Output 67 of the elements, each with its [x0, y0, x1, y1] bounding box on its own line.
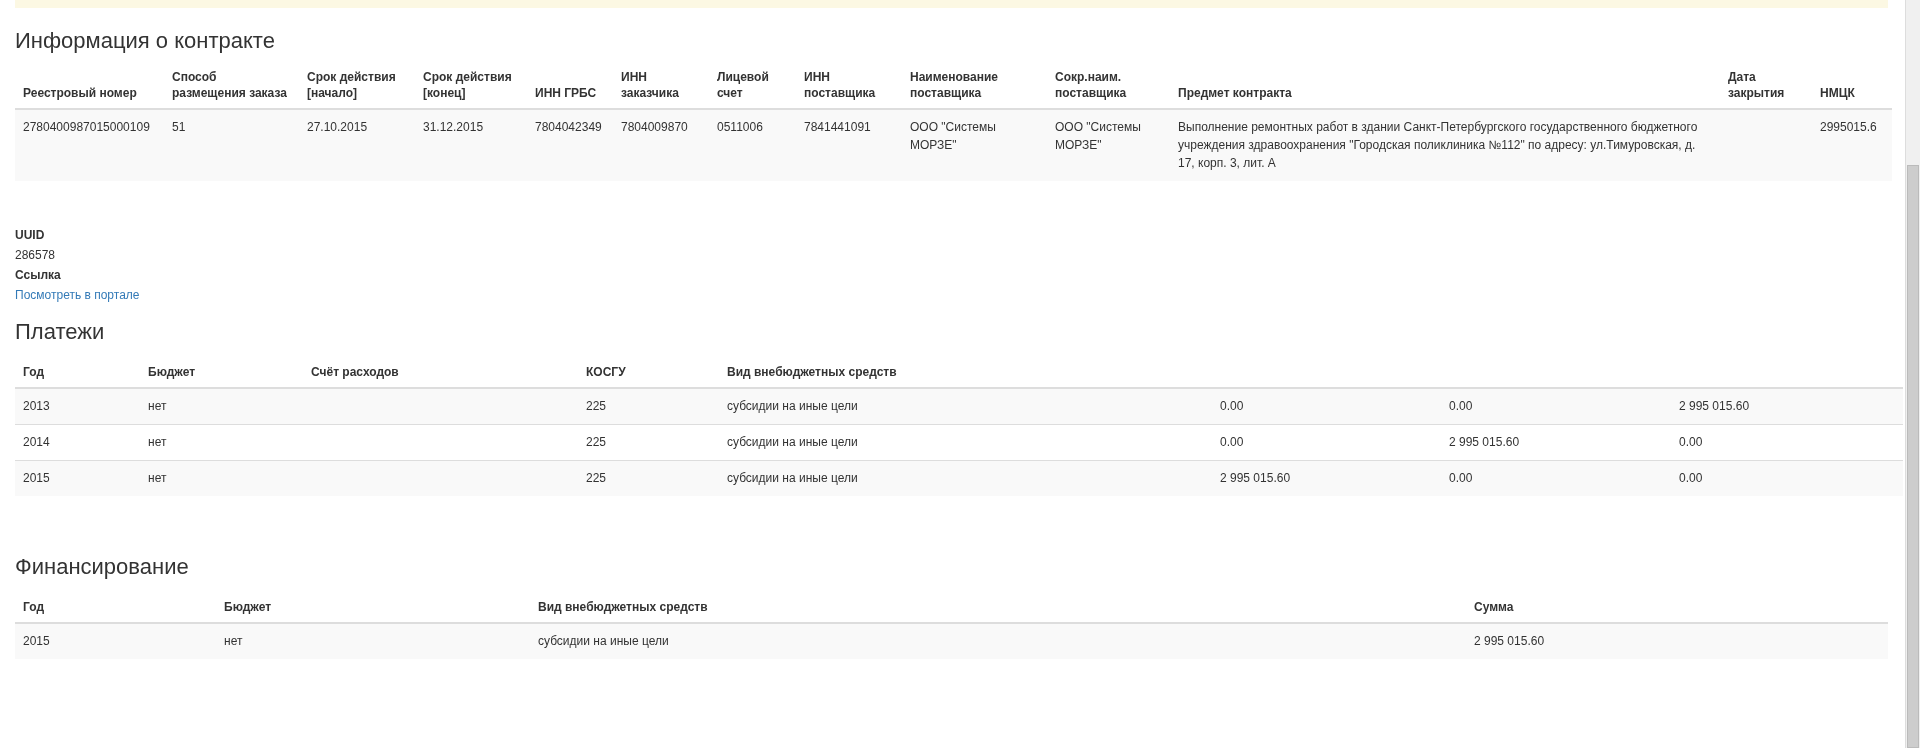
column-header: КОСГУ — [586, 365, 626, 379]
table-cell: 0.00 — [1220, 434, 1244, 449]
column-header: Срок действия [конец] — [423, 70, 512, 100]
section-title: Платежи — [15, 319, 106, 345]
column-header: Реестровый номер — [23, 86, 137, 100]
table-cell: 2995015.6 — [1820, 120, 1877, 134]
column-header: Способ размещения заказа — [172, 70, 287, 100]
column-header: ИНН заказчика — [621, 70, 679, 100]
table-cell: 51 — [172, 120, 186, 134]
column-header: ИНН поставщика — [804, 70, 876, 100]
column-header: Год — [23, 365, 44, 379]
table-cell: 2014 — [23, 434, 50, 449]
table-cell: 0.00 — [1449, 399, 1473, 413]
table-cell: субсидии на иные цели — [727, 434, 858, 449]
table-cell: субсидии на иные цели — [727, 470, 858, 485]
table-cell: ООО "Системы МОРЗЕ" — [1055, 120, 1141, 152]
table-cell: нет — [148, 470, 167, 485]
table-cell: 31.12.2015 — [423, 120, 484, 134]
table-cell: нет — [148, 434, 167, 449]
table-cell: 2 995 015.60 — [1449, 434, 1520, 449]
table-cell: 225 — [586, 434, 607, 449]
column-header: Бюджет — [148, 365, 196, 379]
table-cell: нет — [224, 634, 243, 648]
field-value: 286578 — [15, 247, 56, 264]
section-title: Финансирование — [15, 554, 190, 580]
table-cell: субсидии на иные цели — [538, 634, 669, 648]
column-header: Предмет контракта — [1178, 86, 1292, 100]
column-header: Срок действия [начало] — [307, 70, 396, 100]
table-cell: 2 995 015.60 — [1474, 634, 1545, 648]
portal-link[interactable]: Посмотреть в портале — [15, 285, 140, 305]
table-cell: 0.00 — [1679, 434, 1703, 449]
table-cell: 7841441091 — [804, 120, 871, 134]
field-label: UUID — [15, 227, 45, 244]
column-header: Сумма — [1474, 600, 1514, 614]
table-cell: 0511006 — [717, 120, 763, 134]
column-header: Сокр.наим. поставщика — [1055, 70, 1127, 100]
column-header: Бюджет — [224, 600, 272, 614]
table-cell: 2 995 015.60 — [1679, 399, 1750, 413]
column-header: Вид внебюджетных средств — [727, 365, 897, 379]
column-header: Наименование поставщика — [910, 70, 999, 100]
table-cell: 2015 — [23, 470, 50, 485]
column-header: Год — [23, 600, 44, 614]
table-cell: 2013 — [23, 399, 50, 413]
table-cell: 2 995 015.60 — [1220, 470, 1291, 485]
table-cell: 7804009870 — [621, 120, 688, 134]
scrollbar[interactable] — [1905, 0, 1920, 748]
table-cell: 0.00 — [1220, 399, 1244, 413]
table-cell: 0.00 — [1679, 470, 1703, 485]
table-cell: ООО "Системы МОРЗЕ" — [910, 120, 996, 152]
column-header: НМЦК — [1820, 86, 1855, 100]
table-cell: 225 — [586, 470, 607, 485]
table-cell: 2015 — [23, 634, 50, 648]
table-cell: субсидии на иные цели — [727, 399, 858, 413]
field-label: Ссылка — [15, 267, 61, 284]
table-cell: Выполнение ремонтных работ в здании Санкт-Петербургского государственного бюджетного учреждения здравоохранения "Городская поликлиника №112" по адресу: ул.Тимуровская, д. 17, корп. 3, лит. А — [1178, 120, 1698, 170]
table-cell: нет — [148, 399, 167, 413]
column-header: Счёт расходов — [311, 365, 399, 379]
table-cell: 2780400987015000109 — [23, 120, 150, 134]
table-cell: 225 — [586, 399, 607, 413]
table-cell: 27.10.2015 — [307, 120, 368, 134]
table-cell: 7804042349 — [535, 120, 602, 134]
section-title: Информация о контракте — [15, 28, 276, 54]
column-header: Вид внебюджетных средств — [538, 600, 708, 614]
column-header: ИНН ГРБС — [535, 86, 597, 100]
column-header: Лицевой счет — [717, 70, 769, 100]
table-cell: 0.00 — [1449, 470, 1473, 485]
column-header: Дата закрытия — [1728, 70, 1785, 100]
